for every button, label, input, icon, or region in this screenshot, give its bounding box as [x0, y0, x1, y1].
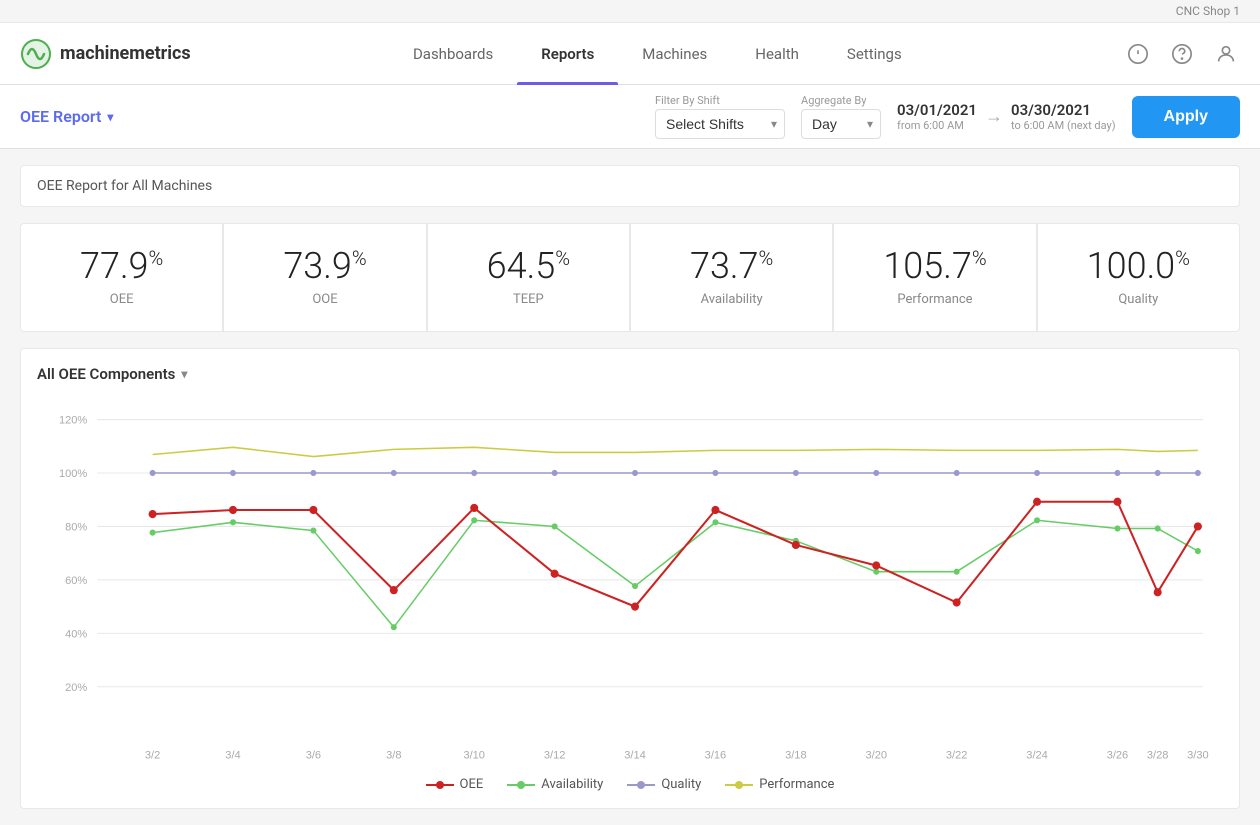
- metric-availability-label: Availability: [651, 292, 812, 307]
- nav-dashboards[interactable]: Dashboards: [389, 23, 517, 85]
- chart-svg: .grid-line { stroke: #e8e8e8; stroke-wid…: [37, 399, 1223, 769]
- legend-availability-icon: [507, 780, 535, 790]
- nav-reports[interactable]: Reports: [517, 23, 618, 85]
- metric-oee: 77.9% OEE: [20, 223, 223, 332]
- legend-quality: Quality: [627, 777, 701, 792]
- date-range: 03/01/2021 from 6:00 AM → 03/30/2021 to …: [897, 101, 1116, 132]
- sub-bar: OEE Report ▾ Filter By Shift Select Shif…: [0, 85, 1260, 149]
- metric-ooe: 73.9% OOE: [223, 223, 426, 332]
- nav-health[interactable]: Health: [731, 23, 823, 85]
- metric-quality-label: Quality: [1058, 292, 1219, 307]
- metric-performance: 105.7% Performance: [833, 223, 1036, 332]
- aggregate-filter: Aggregate By Day: [801, 94, 881, 139]
- metric-performance-label: Performance: [854, 292, 1015, 307]
- legend-quality-label: Quality: [661, 777, 701, 792]
- availability-line: [153, 520, 1198, 627]
- svg-text:3/18: 3/18: [785, 750, 807, 762]
- report-title-dropdown[interactable]: OEE Report ▾: [20, 107, 113, 126]
- chart-container: .grid-line { stroke: #e8e8e8; stroke-wid…: [37, 399, 1223, 769]
- report-title-chevron: ▾: [107, 110, 113, 124]
- nav-settings[interactable]: Settings: [823, 23, 926, 85]
- metric-teep-value: 64.5%: [448, 248, 609, 284]
- legend-availability-label: Availability: [541, 777, 603, 792]
- aggregate-select[interactable]: Day: [801, 109, 881, 139]
- metric-ooe-label: OOE: [244, 292, 405, 307]
- metric-teep-label: TEEP: [448, 292, 609, 307]
- metric-ooe-value: 73.9%: [244, 248, 405, 284]
- metric-performance-value: 105.7%: [854, 248, 1015, 284]
- metric-quality-value: 100.0%: [1058, 248, 1219, 284]
- date-to-sub: to 6:00 AM (next day): [1011, 119, 1116, 132]
- svg-text:3/2: 3/2: [145, 750, 160, 762]
- metric-availability: 73.7% Availability: [630, 223, 833, 332]
- logo-icon: [20, 38, 52, 70]
- apply-button[interactable]: Apply: [1132, 96, 1240, 138]
- svg-text:20%: 20%: [65, 682, 87, 694]
- chart-legend: OEE Availability Quality: [37, 777, 1223, 792]
- cnc-label: CNC Shop 1: [0, 0, 1260, 23]
- nav-machines[interactable]: Machines: [618, 23, 731, 85]
- aggregate-filter-label: Aggregate By: [801, 94, 881, 107]
- svg-text:40%: 40%: [65, 628, 87, 640]
- top-nav: machinemetrics Dashboards Reports Machin…: [0, 23, 1260, 85]
- help-icon[interactable]: [1168, 40, 1196, 68]
- date-from-block[interactable]: 03/01/2021 from 6:00 AM: [897, 101, 977, 132]
- metric-oee-value: 77.9%: [41, 248, 202, 284]
- svg-text:3/28: 3/28: [1147, 750, 1169, 762]
- svg-text:120%: 120%: [59, 415, 87, 427]
- svg-text:3/16: 3/16: [705, 750, 727, 762]
- logo[interactable]: machinemetrics: [20, 38, 191, 70]
- svg-text:3/6: 3/6: [306, 750, 321, 762]
- metric-quality: 100.0% Quality: [1037, 223, 1240, 332]
- chart-header[interactable]: All OEE Components ▾: [37, 365, 1223, 383]
- legend-performance-icon: [725, 780, 753, 790]
- svg-text:100%: 100%: [59, 468, 87, 480]
- user-icon[interactable]: [1212, 40, 1240, 68]
- chart-title: All OEE Components: [37, 365, 175, 383]
- date-from: 03/01/2021: [897, 101, 977, 119]
- date-to: 03/30/2021: [1011, 101, 1091, 119]
- date-to-block[interactable]: 03/30/2021 to 6:00 AM (next day): [1011, 101, 1116, 132]
- nav-icons: [1124, 40, 1240, 68]
- legend-oee: OEE: [426, 777, 484, 792]
- metric-oee-label: OEE: [41, 292, 202, 307]
- logo-text: machinemetrics: [60, 43, 191, 64]
- notifications-icon[interactable]: [1124, 40, 1152, 68]
- shift-select-wrapper[interactable]: Select Shifts: [655, 109, 785, 139]
- report-subtitle: OEE Report for All Machines: [20, 165, 1240, 207]
- svg-text:60%: 60%: [65, 575, 87, 587]
- svg-text:3/24: 3/24: [1026, 750, 1048, 762]
- svg-text:3/4: 3/4: [225, 750, 240, 762]
- date-arrow: →: [985, 106, 1003, 127]
- performance-line: [153, 447, 1198, 456]
- legend-performance: Performance: [725, 777, 834, 792]
- svg-text:3/8: 3/8: [386, 750, 401, 762]
- shift-select[interactable]: Select Shifts: [655, 109, 785, 139]
- svg-text:3/14: 3/14: [624, 750, 646, 762]
- svg-text:3/20: 3/20: [865, 750, 887, 762]
- aggregate-select-wrapper[interactable]: Day: [801, 109, 881, 139]
- date-from-sub: from 6:00 AM: [897, 119, 964, 132]
- svg-text:3/22: 3/22: [946, 750, 968, 762]
- legend-oee-label: OEE: [460, 777, 484, 792]
- metric-cards: 77.9% OEE 73.9% OOE 64.5% TEEP 73.7% Ava…: [20, 223, 1240, 332]
- chart-section: All OEE Components ▾ .grid-line { stroke…: [20, 348, 1240, 809]
- svg-text:3/26: 3/26: [1107, 750, 1129, 762]
- shift-filter-label: Filter By Shift: [655, 94, 785, 107]
- main-nav: Dashboards Reports Machines Health Setti…: [389, 23, 926, 85]
- main-content: OEE Report for All Machines 77.9% OEE 73…: [0, 149, 1260, 825]
- svg-text:80%: 80%: [65, 521, 87, 533]
- metric-teep: 64.5% TEEP: [427, 223, 630, 332]
- filter-group: Filter By Shift Select Shifts Aggregate …: [655, 94, 1240, 139]
- svg-text:3/12: 3/12: [544, 750, 566, 762]
- legend-quality-icon: [627, 780, 655, 790]
- svg-text:3/30: 3/30: [1187, 750, 1209, 762]
- metric-availability-value: 73.7%: [651, 248, 812, 284]
- svg-text:3/10: 3/10: [463, 750, 485, 762]
- shift-filter: Filter By Shift Select Shifts: [655, 94, 785, 139]
- legend-oee-icon: [426, 780, 454, 790]
- chart-title-chevron: ▾: [181, 367, 187, 381]
- legend-performance-label: Performance: [759, 777, 834, 792]
- legend-availability: Availability: [507, 777, 603, 792]
